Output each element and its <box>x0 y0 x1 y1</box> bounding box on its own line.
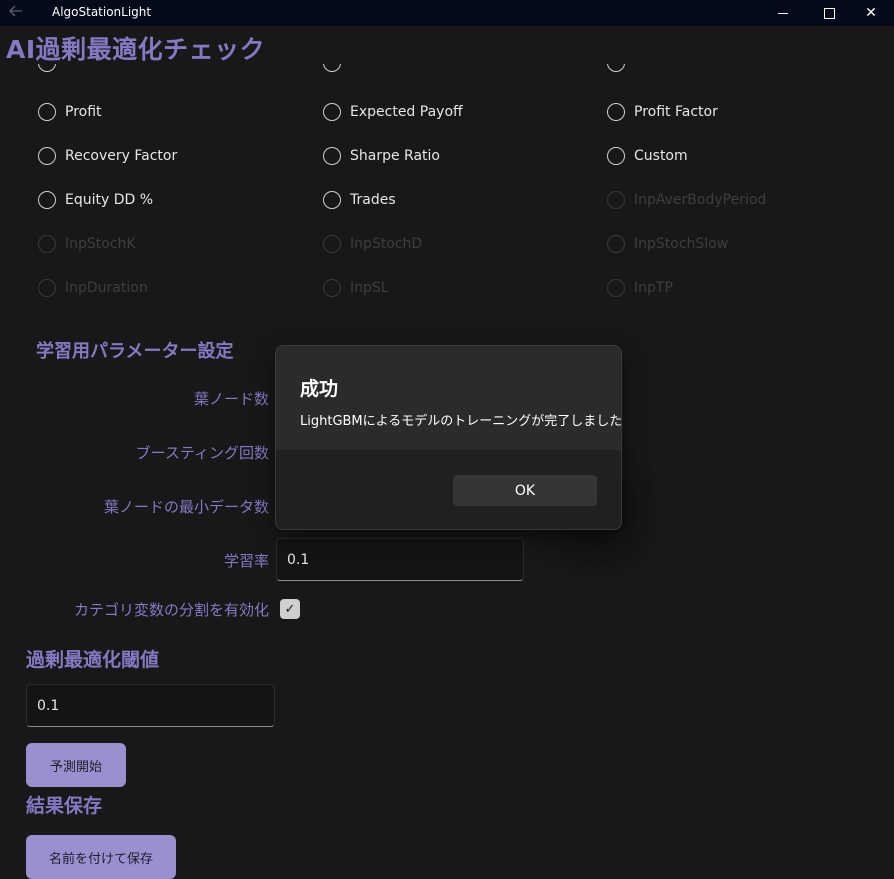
radio-inp-sl: InpSL <box>323 276 389 300</box>
radio-circle <box>607 64 625 72</box>
radio-inp-duration: InpDuration <box>38 276 148 300</box>
radio-circle <box>607 147 625 165</box>
learning-rate-input[interactable]: 0.1 <box>276 538 524 581</box>
radio-circle <box>38 235 56 253</box>
minimize-icon <box>778 12 788 14</box>
radio-profit[interactable]: Profit <box>38 100 102 124</box>
app-title: AlgoStationLight <box>52 5 152 19</box>
radio-label: Equity DD % <box>65 192 154 208</box>
maximize-button[interactable] <box>806 0 852 26</box>
predict-button[interactable]: 予測開始 <box>26 743 126 787</box>
radio-label: Expected Payoff <box>350 104 463 120</box>
categorical-label: カテゴリ変数の分割を有効化 <box>73 601 269 619</box>
leaves-label: 葉ノード数 <box>193 390 269 408</box>
radio-circle <box>38 279 56 297</box>
dialog-message: LightGBMによるモデルのトレーニングが完了しました。 <box>300 414 622 429</box>
close-icon: ✕ <box>865 5 877 21</box>
success-dialog: 成功 LightGBMによるモデルのトレーニングが完了しました。 OK <box>275 345 622 530</box>
radio-option-hidden-3[interactable] <box>607 64 634 72</box>
radio-label: Profit Factor <box>634 104 718 120</box>
dialog-title: 成功 <box>300 378 339 400</box>
radio-circle <box>323 103 341 121</box>
learning-rate-label: 学習率 <box>223 552 269 570</box>
radio-trades[interactable]: Trades <box>323 188 396 212</box>
radio-label: Profit <box>65 104 102 120</box>
radio-circle <box>607 279 625 297</box>
radio-inp-aver-body-period: InpAverBodyPeriod <box>607 188 766 212</box>
threshold-section-title: 過剰最適化閾値 <box>26 649 160 671</box>
radio-option-hidden-1[interactable] <box>38 64 65 72</box>
radio-recovery-factor[interactable]: Recovery Factor <box>38 144 177 168</box>
categorical-checkbox[interactable]: ✓ <box>280 599 300 619</box>
radio-label: Trades <box>350 192 396 208</box>
radio-inp-tp: InpTP <box>607 276 673 300</box>
radio-label: Sharpe Ratio <box>350 148 440 164</box>
radio-circle <box>323 147 341 165</box>
radio-sharpe-ratio[interactable]: Sharpe Ratio <box>323 144 440 168</box>
radio-label: InpDuration <box>65 280 148 296</box>
radio-option-hidden-2[interactable] <box>323 64 350 72</box>
radio-circle <box>607 235 625 253</box>
save-as-button[interactable]: 名前を付けて保存 <box>26 835 176 879</box>
radio-label: Custom <box>634 148 688 164</box>
training-section-title: 学習用パラメーター設定 <box>36 341 234 362</box>
save-section-title: 結果保存 <box>26 795 103 817</box>
radio-circle <box>323 235 341 253</box>
minimize-button[interactable] <box>760 0 806 26</box>
radio-expected-payoff[interactable]: Expected Payoff <box>323 100 463 124</box>
radio-circle <box>323 64 341 72</box>
radio-label: InpStochK <box>65 236 136 252</box>
radio-circle <box>607 103 625 121</box>
radio-profit-factor[interactable]: Profit Factor <box>607 100 718 124</box>
radio-circle <box>38 64 56 72</box>
min-data-label: 葉ノードの最小データ数 <box>103 498 269 516</box>
radio-inp-stoch-slow: InpStochSlow <box>607 232 728 256</box>
radio-label: InpSL <box>350 280 389 296</box>
close-button[interactable]: ✕ <box>848 0 894 26</box>
radio-label: Recovery Factor <box>65 148 178 164</box>
radio-label: InpStochD <box>350 236 423 252</box>
back-arrow-icon[interactable] <box>8 3 24 21</box>
radio-circle <box>38 191 56 209</box>
ok-button[interactable]: OK <box>453 475 597 506</box>
radio-label: InpStochSlow <box>634 236 729 252</box>
radio-inp-stoch-d: InpStochD <box>323 232 422 256</box>
radio-circle <box>323 191 341 209</box>
boosting-label: ブースティング回数 <box>135 444 269 462</box>
radio-circle <box>38 103 56 121</box>
radio-circle <box>323 279 341 297</box>
radio-custom[interactable]: Custom <box>607 144 688 168</box>
radio-label: InpAverBodyPeriod <box>634 192 767 208</box>
radio-circle <box>38 147 56 165</box>
title-bar: AlgoStationLight ✕ <box>0 0 894 26</box>
maximize-icon <box>823 7 835 19</box>
threshold-input[interactable]: 0.1 <box>26 684 275 727</box>
checkmark-icon: ✓ <box>284 601 296 617</box>
radio-inp-stoch-k: InpStochK <box>38 232 136 256</box>
radio-label: InpTP <box>634 280 673 296</box>
page-title: AI過剰最適化チェック <box>6 35 266 64</box>
radio-equity-dd[interactable]: Equity DD % <box>38 188 153 212</box>
radio-circle <box>607 191 625 209</box>
